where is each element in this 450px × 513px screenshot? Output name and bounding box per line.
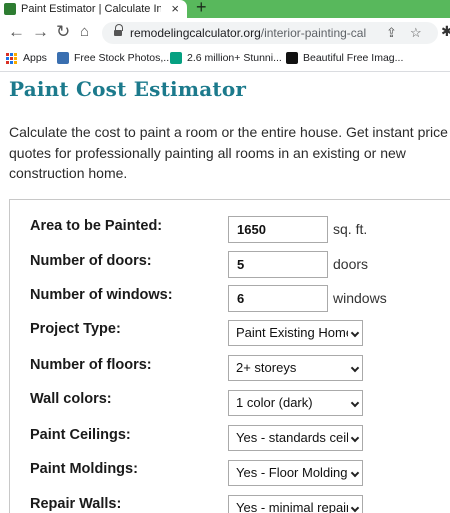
unsplash-icon <box>286 52 298 64</box>
tab-close-icon[interactable]: × <box>171 1 179 16</box>
tab-title: Paint Estimator | Calculate Interior <box>21 3 161 15</box>
repair-walls-label: Repair Walls: <box>30 496 122 512</box>
moldings-select[interactable]: Yes - Floor Moldings <box>228 460 363 486</box>
home-icon[interactable]: ⌂ <box>80 23 89 41</box>
project-type-value: Paint Existing Home <box>236 325 348 340</box>
extensions-puzzle-icon[interactable]: ✱ <box>441 23 450 40</box>
url-text: remodelingcalculator.org/interior-painti… <box>130 26 366 40</box>
bookmarks-bar: Apps Free Stock Photos,... 2.6 million+ … <box>0 48 450 72</box>
project-type-select[interactable]: Paint Existing Home <box>228 320 363 346</box>
windows-label: Number of windows: <box>30 287 173 303</box>
chevron-down-icon <box>350 398 360 408</box>
page-title: Paint Cost Estimator <box>9 77 247 101</box>
windows-unit: windows <box>333 290 387 306</box>
doors-label: Number of doors: <box>30 253 152 269</box>
area-input[interactable]: 1650 <box>228 216 328 243</box>
lock-icon <box>114 24 123 37</box>
new-tab-button[interactable]: + <box>196 0 207 18</box>
bookmark-stock-photos[interactable]: Free Stock Photos,... <box>57 52 172 64</box>
ceilings-select[interactable]: Yes - standards ceilings <box>228 425 363 451</box>
address-bar[interactable]: remodelingcalculator.org/interior-painti… <box>102 22 438 44</box>
stock-photos-icon <box>57 52 69 64</box>
share-icon[interactable]: ⇪ <box>386 25 397 41</box>
bookmark-unsplash[interactable]: Beautiful Free Imag... <box>286 52 403 64</box>
bookmark-pexels[interactable]: 2.6 million+ Stunni... <box>170 52 282 64</box>
wall-colors-label: Wall colors: <box>30 391 112 407</box>
ceilings-value: Yes - standards ceilings <box>236 430 348 445</box>
bookmark-star-icon[interactable]: ☆ <box>410 25 422 41</box>
chevron-down-icon <box>350 468 360 478</box>
doors-input[interactable]: 5 <box>228 251 328 278</box>
site-favicon-icon <box>4 3 16 15</box>
area-label: Area to be Painted: <box>30 218 163 234</box>
repair-walls-value: Yes - minimal repairs <box>236 500 348 513</box>
forward-arrow-icon[interactable]: → <box>32 23 49 41</box>
tab-strip: Paint Estimator | Calculate Interior × + <box>0 0 450 18</box>
moldings-value: Yes - Floor Moldings <box>236 465 348 480</box>
chevron-down-icon <box>350 433 360 443</box>
reload-icon[interactable]: ↻ <box>56 23 70 41</box>
ceilings-label: Paint Ceilings: <box>30 427 131 443</box>
browser-toolbar: ← → ↻ ⌂ remodelingcalculator.org/interio… <box>0 18 450 48</box>
wall-colors-value: 1 color (dark) <box>236 395 313 410</box>
floors-select[interactable]: 2+ storeys <box>228 355 363 381</box>
apps-grid-icon <box>6 52 17 64</box>
back-arrow-icon[interactable]: ← <box>8 23 25 41</box>
floors-label: Number of floors: <box>30 357 152 373</box>
moldings-label: Paint Moldings: <box>30 461 138 477</box>
bookmark-apps[interactable]: Apps <box>6 52 47 64</box>
repair-walls-select[interactable]: Yes - minimal repairs <box>228 495 363 513</box>
project-type-label: Project Type: <box>30 321 121 337</box>
chevron-down-icon <box>350 503 360 513</box>
area-unit: sq. ft. <box>333 221 368 237</box>
doors-unit: doors <box>333 256 369 272</box>
chevron-down-icon <box>350 328 360 338</box>
pexels-icon <box>170 52 182 64</box>
windows-input[interactable]: 6 <box>228 285 328 312</box>
chevron-down-icon <box>350 363 360 373</box>
wall-colors-select[interactable]: 1 color (dark) <box>228 390 363 416</box>
floors-value: 2+ storeys <box>236 360 297 375</box>
browser-tab[interactable]: Paint Estimator | Calculate Interior × <box>0 0 187 18</box>
intro-paragraph: Calculate the cost to paint a room or th… <box>9 124 448 181</box>
